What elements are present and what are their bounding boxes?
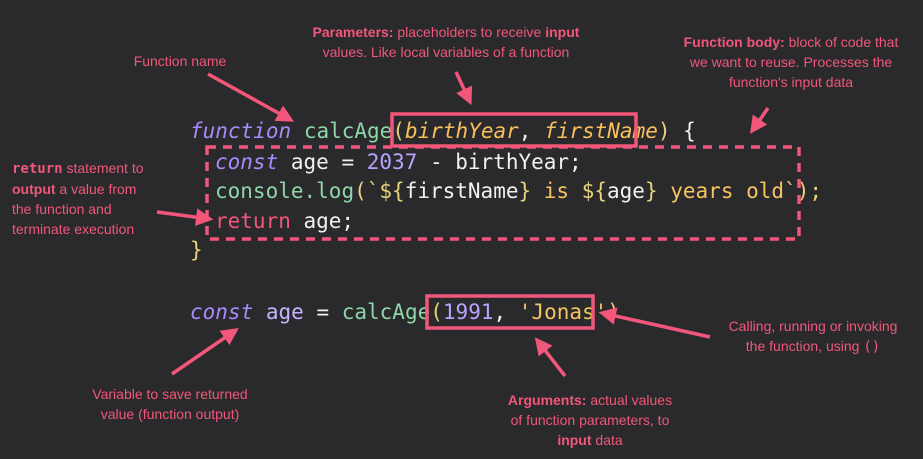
string-is: is — [531, 179, 582, 203]
call-paren-close: ) — [607, 300, 620, 324]
equals-call: = — [316, 300, 342, 324]
interp-open-2: ${ — [581, 179, 608, 203]
annotation-function-body: Function body: block of code that we wan… — [660, 32, 922, 92]
minus-birthyear: - birthYear; — [417, 150, 582, 174]
paren-open: ( — [392, 119, 405, 143]
parameters-input: input — [545, 24, 580, 40]
parameters-text2: values. Like local variables of a functi… — [322, 44, 570, 60]
arg-1991: 1991 — [442, 300, 494, 324]
code-line-const-age: const age = 2037 - birthYear; — [215, 148, 582, 176]
return-text3: the function and — [12, 201, 112, 217]
template-close: `); — [784, 179, 822, 203]
annotation-variable: Variable to save returned value (functio… — [60, 384, 280, 424]
function-name-label: Function name — [133, 53, 227, 69]
code-line-console-log: console.log(`${firstName} is ${age} year… — [215, 177, 822, 205]
arg-comma: , — [493, 300, 519, 324]
annotation-arguments: Arguments: actual values of function par… — [478, 390, 702, 450]
variable-text1: Variable to save returned — [92, 386, 248, 402]
console-object: console. — [215, 179, 317, 203]
call-paren-open: ( — [430, 300, 443, 324]
number-2037: 2037 — [366, 150, 418, 174]
keyword-function: function — [190, 119, 292, 143]
param-firstname: firstName — [544, 119, 658, 143]
keyword-const-call: const — [190, 300, 254, 324]
interp-close-1: } — [518, 179, 532, 203]
keyword-return: return — [215, 209, 291, 233]
calling-text2: the function, using — [745, 338, 864, 354]
body-bold: Function body: — [683, 34, 785, 50]
interp-age: age — [607, 179, 645, 203]
code-line-function-declaration: function calcAge(birthYear, firstName) { — [190, 117, 696, 145]
param-birthyear: birthYear — [404, 119, 519, 143]
annotation-parameters: Parameters: placeholders to receive inpu… — [272, 22, 620, 62]
brace-open: { — [670, 119, 696, 143]
code-line-return: return age; — [215, 207, 354, 235]
arrow-parameters — [454, 71, 473, 106]
keyword-const: const — [215, 150, 279, 174]
calling-text1: Calling, running or invoking — [728, 318, 898, 334]
interp-firstname: firstName — [404, 179, 519, 203]
param-comma: , — [518, 119, 545, 143]
annotation-calling: Calling, running or invoking the functio… — [708, 316, 918, 357]
arguments-bold: Arguments: — [507, 392, 587, 408]
parameters-text1: placeholders to receive — [393, 24, 546, 40]
return-output: output — [12, 181, 56, 197]
call-function-name: calcAge — [341, 300, 431, 324]
var-age: age — [278, 150, 342, 174]
brace-close: } — [190, 238, 203, 262]
function-name: calcAge — [303, 119, 393, 143]
body-text3: function's input data — [728, 74, 854, 90]
body-text2: we want to reuse. Processes the — [689, 54, 893, 70]
log-method: log — [316, 179, 355, 203]
arrow-variable — [171, 328, 239, 376]
interp-open-1: ${ — [379, 179, 405, 203]
arguments-text3: data — [591, 432, 623, 448]
return-code: return — [12, 161, 63, 177]
interp-close-2: } — [644, 179, 658, 203]
calling-parens: () — [863, 339, 881, 355]
code-line-close-brace: } — [190, 236, 203, 264]
arrow-function-body — [750, 107, 770, 134]
arrow-arguments — [534, 337, 567, 378]
arg-jonas: 'Jonas' — [518, 300, 608, 324]
arrow-function-name — [207, 72, 295, 122]
template-open: (` — [354, 179, 380, 203]
code-line-function-call: const age = calcAge(1991, 'Jonas') — [190, 298, 620, 326]
arguments-text2: of function parameters, to — [510, 412, 670, 428]
body-text1: block of code that — [784, 34, 899, 50]
return-age: age; — [290, 209, 355, 233]
annotation-return: return statement to output a value from … — [12, 158, 182, 239]
equals: = — [341, 150, 367, 174]
paren-close: ) — [657, 119, 671, 143]
return-text4: terminate execution — [12, 221, 135, 237]
annotation-function-name: Function name — [110, 51, 250, 71]
return-text1: statement to — [62, 160, 144, 176]
return-text2: a value from — [55, 181, 137, 197]
string-years-old: years old — [657, 179, 785, 203]
arguments-text1: actual values — [586, 392, 673, 408]
arguments-input: input — [557, 432, 592, 448]
variable-text2: value (function output) — [100, 406, 240, 422]
var-age-call: age — [253, 300, 317, 324]
parameters-bold: Parameters: — [312, 24, 394, 40]
